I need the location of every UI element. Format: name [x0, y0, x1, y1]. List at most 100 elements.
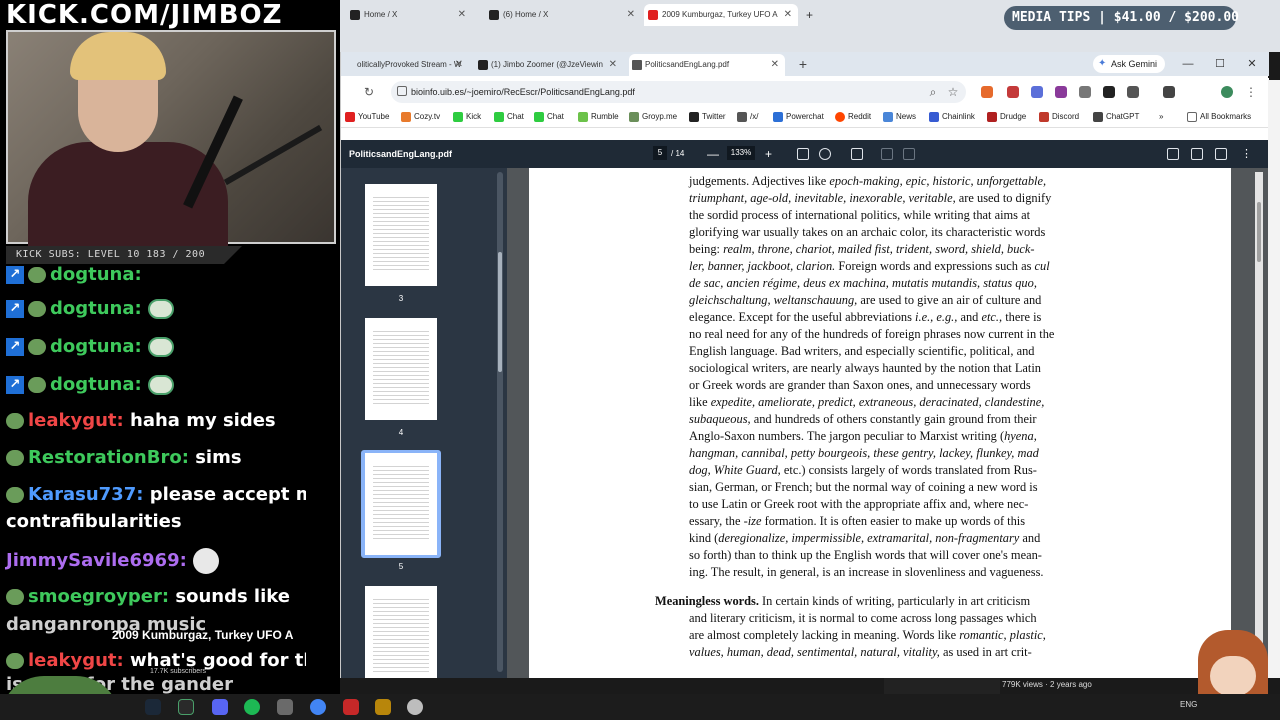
close-icon[interactable]: ✕ [784, 4, 792, 26]
extension-icon[interactable] [981, 86, 993, 98]
discord-icon[interactable] [212, 699, 228, 715]
close-icon[interactable]: ✕ [455, 54, 463, 76]
minimize-button[interactable]: — [1173, 54, 1203, 74]
x-logo-icon [489, 10, 499, 20]
app-icon[interactable] [407, 699, 423, 715]
close-window-button[interactable]: ✕ [1237, 54, 1267, 74]
kick-badge-icon: ↗ [6, 376, 24, 394]
bookmark-item[interactable]: Kick [453, 106, 481, 128]
chatgpt-icon [1093, 112, 1103, 122]
close-icon[interactable]: ✕ [771, 54, 779, 76]
language-indicator[interactable]: ENG [1180, 700, 1197, 709]
bookmark-item[interactable]: Powerchat [773, 106, 824, 128]
fit-page-icon[interactable] [797, 148, 809, 160]
pdf-scroll-thumb[interactable] [1257, 202, 1261, 262]
sidebar-scrollbar[interactable] [497, 172, 503, 672]
page-thumbnail-selected[interactable] [365, 453, 437, 555]
extension-icon[interactable] [1055, 86, 1067, 98]
undo-icon[interactable] [881, 148, 893, 160]
page-thumbnail[interactable] [365, 184, 437, 286]
all-bookmarks-button[interactable]: All Bookmarks [1187, 106, 1251, 128]
bookmark-item[interactable]: ChatGPT [1093, 106, 1139, 128]
close-icon[interactable]: ✕ [458, 4, 466, 26]
extension-icon[interactable] [1079, 86, 1091, 98]
bookmark-item[interactable]: YouTube [345, 106, 389, 128]
back-tab[interactable]: (6) Home / X ✕ [485, 4, 641, 26]
bookmark-label: ChatGPT [1106, 112, 1140, 121]
bookmark-item[interactable]: Groyp.me [629, 106, 677, 128]
chat-username: leakygut: [28, 410, 124, 431]
tab-active[interactable]: PoliticsandEngLang.pdf ✕ [629, 54, 785, 76]
terminal-icon[interactable] [178, 699, 194, 715]
steam-icon[interactable] [145, 699, 161, 715]
page-thumbnail[interactable] [365, 586, 437, 678]
zoom-level-input[interactable]: 133% [727, 146, 755, 160]
new-tab-button[interactable]: + [793, 54, 813, 74]
close-icon[interactable]: ✕ [627, 4, 635, 26]
annotate-icon[interactable] [851, 148, 863, 160]
extension-icon[interactable] [1031, 86, 1043, 98]
redo-icon[interactable] [903, 148, 915, 160]
download-icon[interactable] [1191, 148, 1203, 160]
app-icon[interactable] [343, 699, 359, 715]
back-tab-active[interactable]: 2009 Kumburgaz, Turkey UFO A ✕ [644, 4, 798, 26]
save-drive-icon[interactable] [1167, 148, 1179, 160]
new-tab-button[interactable]: + [802, 4, 822, 26]
bookmark-item[interactable]: Chat [534, 106, 564, 128]
bookmark-item[interactable]: Cozy.tv [401, 106, 440, 128]
chat-username: Karasu737: [28, 484, 144, 505]
kick-icon [494, 112, 504, 122]
sidebar-scroll-thumb[interactable] [498, 252, 502, 372]
extension-icon[interactable] [1007, 86, 1019, 98]
maximize-button[interactable]: ☐ [1205, 54, 1235, 74]
print-icon[interactable] [1215, 148, 1227, 160]
pdf-text-line: sian, German, or French; but the normal … [689, 480, 1038, 494]
thumbnail-sidebar: 3 4 5 [341, 168, 507, 678]
tab[interactable]: (1) Jimbo Zoomer (@JzeViewin ✕ [475, 54, 623, 76]
bookmark-item[interactable]: Chainlink [929, 106, 975, 128]
back-tab[interactable]: Home / X ✕ [346, 4, 472, 26]
more-options-icon[interactable]: ⋮ [1241, 148, 1253, 160]
bookmark-label: Chat [507, 112, 524, 121]
puzzle-icon[interactable] [1127, 86, 1139, 98]
bookmark-star-icon[interactable]: ☆ [943, 82, 963, 102]
page-number-input[interactable]: 5 [653, 146, 667, 160]
profile-icon[interactable] [1163, 86, 1175, 98]
bookmark-item[interactable]: News [883, 106, 916, 128]
tab[interactable]: oliticallyProvoked Stream - W ✕ [341, 54, 469, 76]
chat-username: dogtuna: [50, 374, 142, 395]
page-thumbnail[interactable] [365, 318, 437, 420]
site-info-icon[interactable] [397, 86, 407, 96]
zoom-out-button[interactable]: — [707, 140, 719, 168]
bookmark-item[interactable]: Discord [1039, 106, 1079, 128]
bookmark-label: Discord [1052, 112, 1080, 121]
menu-icon[interactable]: ⋮ [1241, 82, 1261, 102]
address-bar[interactable]: bioinfo.uib.es/~joemiro/RecEscr/Politics… [391, 81, 966, 103]
bookmark-item[interactable]: Drudge [987, 106, 1026, 128]
ask-gemini-button[interactable]: ✦ Ask Gemini [1093, 55, 1166, 73]
x-extension-icon[interactable] [1103, 86, 1115, 98]
bookmark-item[interactable]: Chat [494, 106, 524, 128]
bookmark-item[interactable]: Twitter [689, 106, 726, 128]
page-scrollbar[interactable] [1268, 80, 1280, 678]
bookmark-item[interactable]: Reddit [835, 106, 871, 128]
zoom-icon[interactable]: ⌕ [923, 82, 943, 102]
tab-label: Home / X [364, 10, 398, 19]
bookmark-item[interactable]: /x/ [737, 106, 758, 128]
youtube-video-thumbnail[interactable] [884, 678, 1000, 694]
more-bookmarks-chevron-icon[interactable]: » [1159, 106, 1163, 128]
chat-username: JimmySavile6969: [6, 550, 187, 571]
app-icon[interactable] [277, 699, 293, 715]
chat-message: ↗ dogtuna: [6, 336, 174, 357]
kick-badge-icon: ↗ [6, 266, 24, 284]
rotate-icon[interactable] [819, 148, 831, 160]
bookmark-item[interactable]: Rumble [578, 106, 619, 128]
zoom-in-button[interactable]: + [765, 140, 772, 168]
pepe-badge-icon [28, 339, 46, 355]
avatar[interactable] [1221, 86, 1233, 98]
chrome-icon[interactable] [310, 699, 326, 715]
reload-button[interactable]: ↻ [359, 82, 379, 102]
app-icon[interactable] [375, 699, 391, 715]
spotify-icon[interactable] [244, 699, 260, 715]
close-icon[interactable]: ✕ [609, 54, 617, 76]
